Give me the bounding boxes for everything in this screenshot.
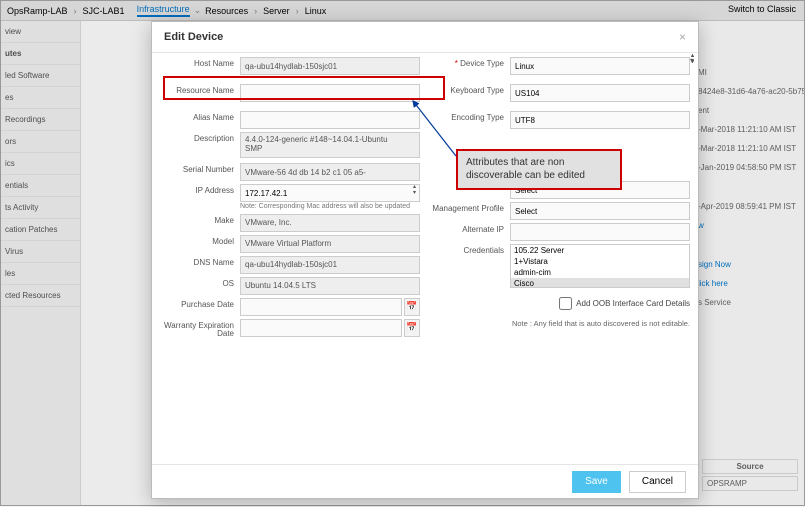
alternate-ip-input[interactable] [510,223,690,241]
host-input [240,57,420,75]
calendar-icon[interactable]: 📅 [404,298,420,316]
credentials-list[interactable]: 105.22 Server 1+Vistara admin-cim Cisco [510,244,690,288]
resource-name-input[interactable] [240,84,420,102]
list-item[interactable]: Cisco [511,278,689,288]
alias-input[interactable] [240,111,420,129]
label-host: Host Name [160,57,234,69]
auto-discover-note: Note : Any field that is auto discovered… [430,319,690,328]
label-mgmt-profile: Management Profile [430,202,504,214]
label-make: Make [160,214,234,226]
label-description: Description [160,132,234,144]
dns-input [240,256,420,274]
viewport: OpsRamp-LAB › SJC-LAB1 Infrastructure ⌄ … [0,0,805,506]
calendar-icon[interactable]: 📅 [404,319,420,337]
list-item[interactable]: 1+Vistara [511,256,689,267]
oob-checkbox-row: Add OOB Interface Card Details [430,297,690,310]
cancel-button[interactable]: Cancel [629,471,686,493]
label-keyboard-type: Keyboard Type [430,84,504,96]
modal-header: Edit Device × [152,22,698,53]
oob-label: Add OOB Interface Card Details [576,299,690,308]
description-input: 4.4.0-124-generic #148~14.04.1-Ubuntu SM… [240,132,420,158]
oob-checkbox[interactable] [559,297,572,310]
label-device-type: Device Type [430,57,504,69]
edit-device-modal: Edit Device × Host Name Resource Name Al… [151,21,699,499]
right-column: Device Type Keyboard Type Encoding Type … [430,57,690,458]
label-serial: Serial Number [160,163,234,175]
label-encoding-type: Encoding Type [430,111,504,123]
mgmt-profile-select[interactable] [510,202,690,220]
modal-footer: Save Cancel [152,464,698,498]
label-credentials: Credentials [430,244,504,256]
left-column: Host Name Resource Name Alias Name Descr… [160,57,420,458]
model-input [240,235,420,253]
label-warranty-date: Warranty Expiration Date [160,319,234,340]
keyboard-type-select[interactable] [510,84,690,102]
list-item[interactable]: admin-cim [511,267,689,278]
label-alias: Alias Name [160,111,234,123]
label-resource-name: Resource Name [160,84,234,96]
device-type-select[interactable] [510,57,690,75]
label-os: OS [160,277,234,289]
list-item[interactable]: 105.22 Server [511,245,689,256]
purchase-date-input[interactable] [240,298,402,316]
label-dns: DNS Name [160,256,234,268]
modal-title: Edit Device [164,31,223,43]
close-icon[interactable]: × [679,30,686,44]
save-button[interactable]: Save [572,471,621,493]
encoding-type-select[interactable] [510,111,690,129]
make-input [240,214,420,232]
label-alternate-ip: Alternate IP [430,223,504,235]
warranty-date-input[interactable] [240,319,402,337]
modal-body: Host Name Resource Name Alias Name Descr… [152,53,698,464]
label-purchase-date: Purchase Date [160,298,234,310]
callout-box: Attributes that are non discoverable can… [456,149,622,190]
label-model: Model [160,235,234,247]
serial-input [240,163,420,181]
label-ip: IP Address [160,184,234,196]
ip-note: Note: Corresponding Mac address will als… [240,203,420,211]
os-input [240,277,420,295]
ip-select[interactable] [240,184,420,202]
